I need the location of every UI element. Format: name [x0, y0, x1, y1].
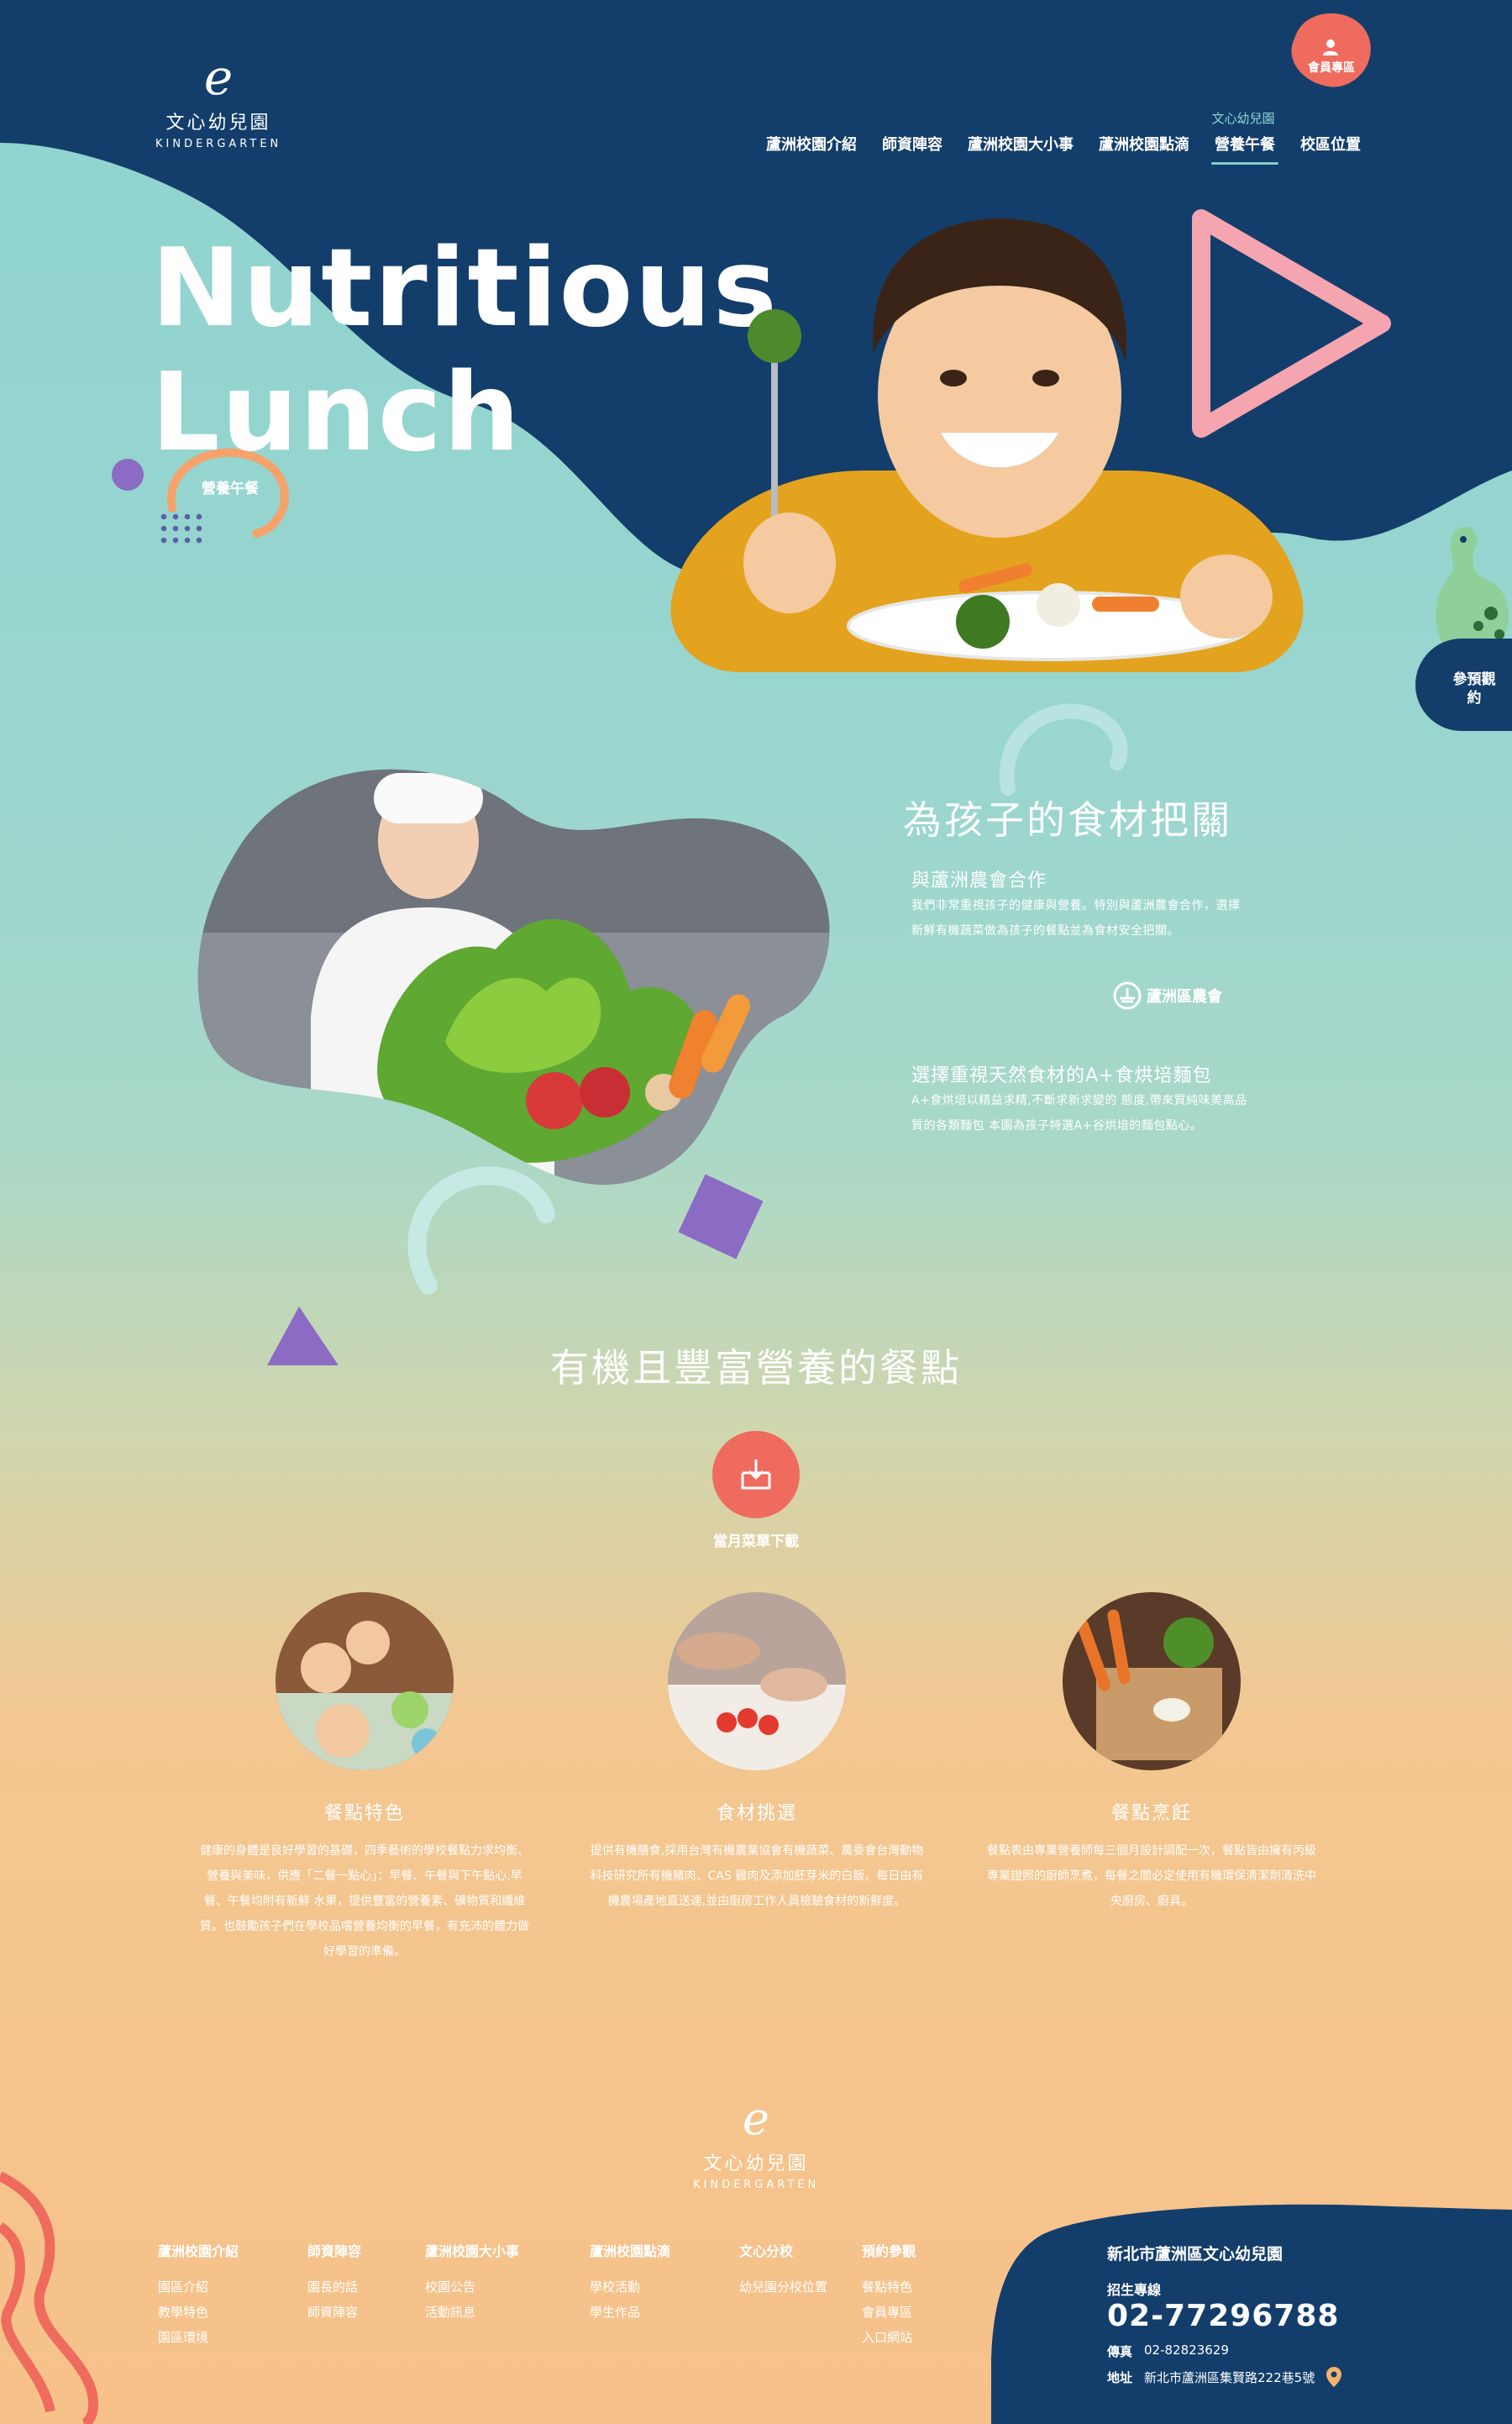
- address-label: 地址: [1107, 2369, 1133, 2385]
- address-row: 地址 新北市蘆洲區集賢路222巷5號: [1107, 2367, 1342, 2387]
- site-logo[interactable]: e 文心幼兒園 KINDERGARTEN: [155, 52, 281, 150]
- fax-label: 傳真: [1107, 2344, 1133, 2359]
- nav-parent-label: 文心幼兒園: [1211, 111, 1275, 126]
- coral-swirl-shape: [0, 2171, 98, 2424]
- footer-col-teachers: 師資陣容 園長的話 師資陣容: [307, 2239, 361, 2325]
- bakery-block-text: A+食烘培以精益求精,不斷求新求變的 態度,帶來質純味美高品質的各類麵包 本園為…: [911, 1094, 1247, 1133]
- nav-item-news[interactable]: 蘆洲校園大小事: [968, 133, 1074, 155]
- purple-triangle-shape: [267, 1307, 339, 1365]
- footer-logo-name: 文心幼兒園: [703, 2153, 809, 2174]
- footer-heading[interactable]: 師資陣容: [307, 2239, 361, 2264]
- section1-title: 為孩子的食材把關: [903, 797, 1232, 843]
- feature-photo-cooking: [1063, 1592, 1241, 1770]
- nav-item-location[interactable]: 校區位置: [1300, 133, 1361, 155]
- footer-link[interactable]: 教學特色: [158, 2300, 239, 2325]
- footer-logo-subtitle: KINDERGARTEN: [693, 2179, 820, 2191]
- nav-item-moments[interactable]: 蘆洲校園點滴: [1099, 133, 1189, 155]
- user-icon: [1320, 37, 1341, 57]
- footer-link[interactable]: 餐點特色: [862, 2274, 916, 2300]
- footer-link[interactable]: 活動訊息: [425, 2300, 519, 2325]
- feature-photo-meal: [276, 1592, 454, 1770]
- main-nav: 蘆洲校園介紹 師資陣容 蘆洲校園大小事 蘆洲校園點滴 營養午餐 校區位置: [766, 133, 1361, 165]
- contact-title: 新北市蘆洲區文心幼兒園: [1107, 2245, 1284, 2264]
- footer-link[interactable]: 幼兒園分校位置: [739, 2274, 827, 2300]
- visit-booking-label[interactable]: 參預觀約: [1449, 670, 1499, 707]
- footer-heading[interactable]: 蘆洲校園介紹: [158, 2239, 239, 2264]
- map-pin-icon[interactable]: [1326, 2367, 1342, 2387]
- fax-number: 02-82823629: [1144, 2342, 1229, 2358]
- footer-link[interactable]: 會員專區: [862, 2300, 916, 2325]
- feature-text-cooking: 餐點表由專業營養師每三個月設計調配一次，餐點皆由擁有丙級專業證照的廚師烹煮，每餐…: [987, 1844, 1316, 1908]
- footer-heading[interactable]: 蘆洲校園點滴: [590, 2239, 670, 2264]
- address-text: 新北市蘆洲區集賢路222巷5號: [1144, 2369, 1315, 2385]
- purple-dot-shape: [112, 459, 144, 491]
- footer-heading[interactable]: 蘆洲校園大小事: [425, 2239, 519, 2264]
- footer-link[interactable]: 師資陣容: [307, 2300, 361, 2325]
- farmers-association-icon: [1113, 981, 1142, 1010]
- partner-block-text: 我們非常重視孩子的健康與營養。特別與蘆洲農會合作，選擇新鮮有機蔬菜做為孩子的餐點…: [911, 899, 1241, 938]
- download-icon: [741, 1459, 771, 1490]
- partner-logo: 蘆洲區農會: [1113, 981, 1222, 1010]
- footer-link[interactable]: 園區環境: [158, 2325, 239, 2350]
- footer-logo[interactable]: e 文心幼兒園 KINDERGARTEN: [693, 2092, 820, 2192]
- footer-link[interactable]: 入口網站: [862, 2325, 916, 2350]
- footer-link[interactable]: 園長的話: [307, 2274, 361, 2300]
- member-label[interactable]: 會員專區: [1291, 59, 1372, 76]
- menu-download-button[interactable]: [712, 1431, 800, 1518]
- footer-col-campus-intro: 蘆洲校園介紹 園區介紹 教學特色 園區環境: [158, 2239, 239, 2350]
- bakery-block-title: 選擇重視天然食材的A+食烘培麵包: [911, 1065, 1212, 1086]
- nav-item-teachers[interactable]: 師資陣容: [882, 133, 942, 155]
- logo-subtitle: KINDERGARTEN: [155, 138, 282, 150]
- feature-text-meal: 健康的身體是良好學習的基礎，四季藝術的學校餐點力求均衡、營養與美味，供應「二餐一…: [200, 1844, 529, 1959]
- hotline-label: 招生專線: [1107, 2282, 1162, 2298]
- hotline-number[interactable]: 02-77296788: [1107, 2299, 1339, 2333]
- footer-col-news: 蘆洲校園大小事 校園公告 活動訊息: [425, 2239, 519, 2325]
- nav-item-campus-intro[interactable]: 蘆洲校園介紹: [766, 133, 857, 155]
- menu-download-label[interactable]: 當月菜單下載: [655, 1529, 857, 1550]
- hero-boy-image: [670, 218, 1304, 672]
- dots-cluster-shape: [158, 511, 208, 544]
- fax-row: 傳真 02-82823629: [1107, 2342, 1229, 2360]
- footer-col-branches: 文心分校 幼兒園分校位置: [739, 2239, 827, 2300]
- footer-col-moments: 蘆洲校園點滴 學校活動 學生作品: [590, 2239, 670, 2325]
- footer-link[interactable]: 學校活動: [590, 2274, 670, 2300]
- footer-heading[interactable]: 文心分校: [739, 2239, 827, 2264]
- footer-link[interactable]: 園區介紹: [158, 2274, 239, 2300]
- logo-name: 文心幼兒園: [165, 113, 271, 134]
- feature-title-ingredients: 食材挑選: [716, 1803, 797, 1824]
- footer-link[interactable]: 校園公告: [425, 2274, 519, 2300]
- section2-title: 有機且豐富營養的餐點: [550, 1345, 962, 1391]
- feature-photo-ingredients: [668, 1592, 846, 1770]
- footer-link[interactable]: 學生作品: [590, 2300, 670, 2325]
- partner-block-title: 與蘆洲農會合作: [911, 870, 1047, 891]
- chef-vegetables-photo: [197, 769, 830, 1186]
- feature-text-ingredients: 提供有機膳食,採用台灣有機農業協會有機蔬菜、農委會台灣動物科技研究所有機豬肉、C…: [590, 1844, 924, 1908]
- teal-ring-shape: [999, 703, 1128, 796]
- nav-item-lunch[interactable]: 營養午餐: [1211, 133, 1278, 165]
- logo-mark: e: [203, 49, 234, 106]
- hero-subtitle: 營養午餐: [202, 481, 259, 497]
- footer-heading[interactable]: 預約參觀: [862, 2239, 916, 2264]
- feature-title-cooking: 餐點烹飪: [1110, 1803, 1192, 1824]
- footer-logo-mark: e: [743, 2092, 769, 2145]
- footer-col-visit: 預約參觀 餐點特色 會員專區 入口網站: [862, 2239, 916, 2350]
- feature-title-meal: 餐點特色: [323, 1803, 405, 1824]
- partner-name: 蘆洲區農會: [1147, 988, 1222, 1006]
